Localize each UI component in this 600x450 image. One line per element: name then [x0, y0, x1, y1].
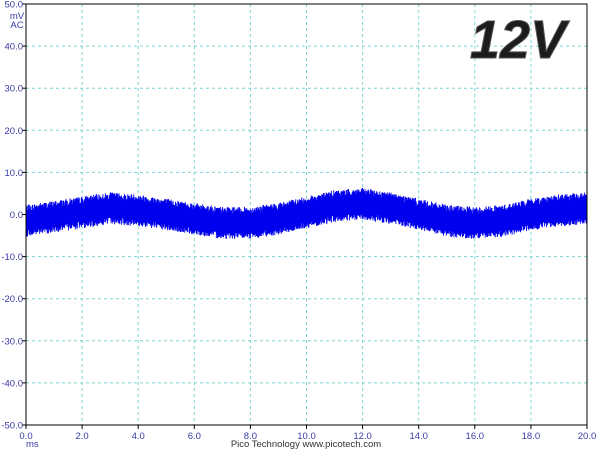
y-tick-label: 20.0 — [5, 126, 24, 137]
y-tick-label: -20.0 — [1, 294, 23, 305]
x-tick-label: 18.0 — [522, 431, 541, 442]
y-tick-label: 50.0 — [5, 0, 24, 11]
y-tick-label: 10.0 — [5, 168, 24, 179]
y-unit-ac: AC — [10, 20, 23, 31]
y-tick-label: 0.0 — [10, 210, 23, 221]
y-tick-label: -40.0 — [1, 378, 23, 389]
x-tick-label: 4.0 — [132, 431, 145, 442]
credit-text: Pico Technology www.picotech.com — [231, 439, 381, 450]
y-tick-label: -30.0 — [1, 336, 23, 347]
y-tick-label: -50.0 — [1, 421, 23, 432]
x-unit-label: ms — [26, 439, 39, 450]
scope-chart: 50.0 40.0 30.0 20.0 10.0 0.0 -10.0 -20.0 -30.0 -4… — [1, 0, 597, 450]
y-tick-label: -10.0 — [1, 252, 23, 263]
x-tick-label: 16.0 — [466, 431, 485, 442]
y-axis-ticks: 50.0 40.0 30.0 20.0 10.0 0.0 -10.0 -20.0 -30.0 -4… — [1, 0, 26, 432]
x-tick-label: 6.0 — [188, 431, 201, 442]
x-tick-label: 20.0 — [578, 431, 597, 442]
y-tick-label: 40.0 — [5, 42, 24, 53]
voltage-badge: 12V — [470, 10, 570, 70]
y-tick-label: 30.0 — [5, 84, 24, 95]
x-tick-label: 14.0 — [409, 431, 428, 442]
x-tick-label: 2.0 — [75, 431, 88, 442]
